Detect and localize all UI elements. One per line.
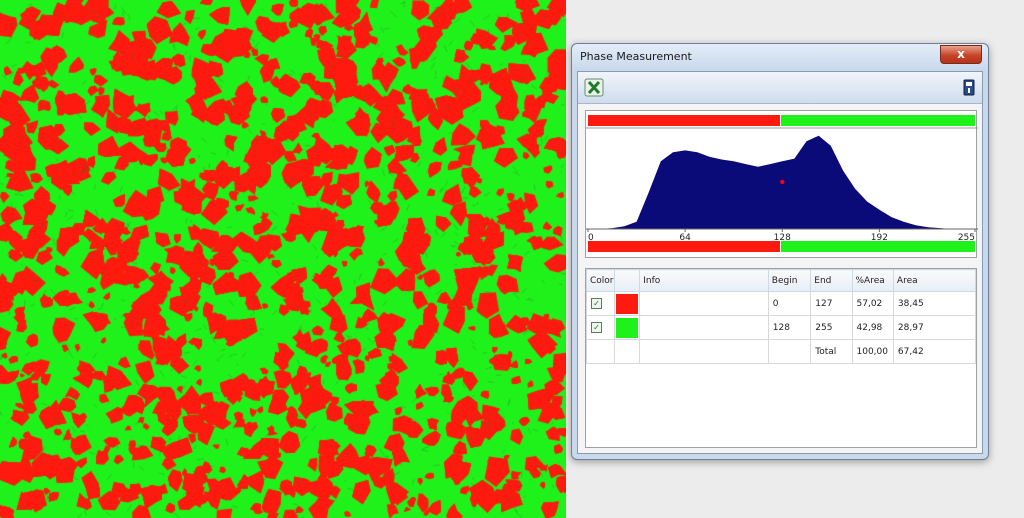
total-area: 67,42 [892, 339, 977, 364]
top-phase1-bar[interactable] [588, 115, 780, 126]
phase-checkbox[interactable]: ✓ [591, 322, 602, 333]
phase-measurement-window: Phase Measurement x 0 64 128 192 255 Col… [571, 43, 989, 460]
phase-begin: 128 [767, 315, 812, 340]
phase-pct-area: 42,98 [851, 315, 894, 340]
total-label: Total [810, 339, 853, 364]
total-row: Total 100,00 67,42 [586, 339, 977, 364]
phase-info[interactable] [639, 291, 769, 316]
histogram-panel: 0 64 128 192 255 [585, 110, 978, 259]
phase-end: 127 [810, 291, 853, 316]
phase-color-swatch[interactable] [615, 293, 638, 314]
phase-begin: 0 [767, 291, 812, 316]
top-phase2-bar[interactable] [781, 115, 975, 126]
phase-area: 38,45 [892, 291, 977, 316]
window-content: 0 64 128 192 255 Color Info Begin End %Area … [577, 71, 983, 454]
bottom-phase2-bar[interactable] [781, 241, 975, 252]
col-header-info[interactable]: Info [639, 269, 769, 292]
phase-area: 28,97 [892, 315, 977, 340]
phase-segmentation-image [0, 0, 566, 518]
excel-export-icon[interactable] [584, 78, 604, 97]
title-bar[interactable]: Phase Measurement x [572, 44, 988, 70]
table-row[interactable]: ✓ 128 255 42,98 28,97 [586, 315, 977, 340]
phase-checkbox[interactable]: ✓ [591, 298, 602, 309]
close-button[interactable]: x [940, 45, 982, 64]
col-header-pct-area[interactable]: %Area [851, 269, 894, 292]
window-title: Phase Measurement [580, 50, 692, 63]
phase-info[interactable] [639, 315, 769, 340]
bottom-phase1-bar[interactable] [588, 241, 780, 252]
pin-icon[interactable] [962, 79, 976, 96]
total-pct-area: 100,00 [851, 339, 894, 364]
phase-pct-area: 57,02 [851, 291, 894, 316]
phase-end: 255 [810, 315, 853, 340]
histogram-chart[interactable]: 0 64 128 192 255 [586, 111, 978, 259]
phase-table: Color Info Begin End %Area Area ✓ 0 127 … [586, 269, 977, 364]
col-header-begin[interactable]: Begin [767, 269, 812, 292]
phase-color-swatch[interactable] [615, 317, 638, 338]
threshold-marker[interactable] [780, 179, 785, 185]
col-header-color-swatch [613, 269, 641, 292]
col-header-color[interactable]: Color [586, 269, 615, 292]
phase-table-panel: Color Info Begin End %Area Area ✓ 0 127 … [585, 268, 977, 448]
col-header-area[interactable]: Area [892, 269, 977, 292]
toolbar [578, 72, 982, 104]
table-row[interactable]: ✓ 0 127 57,02 38,45 [586, 291, 977, 316]
col-header-end[interactable]: End [810, 269, 853, 292]
